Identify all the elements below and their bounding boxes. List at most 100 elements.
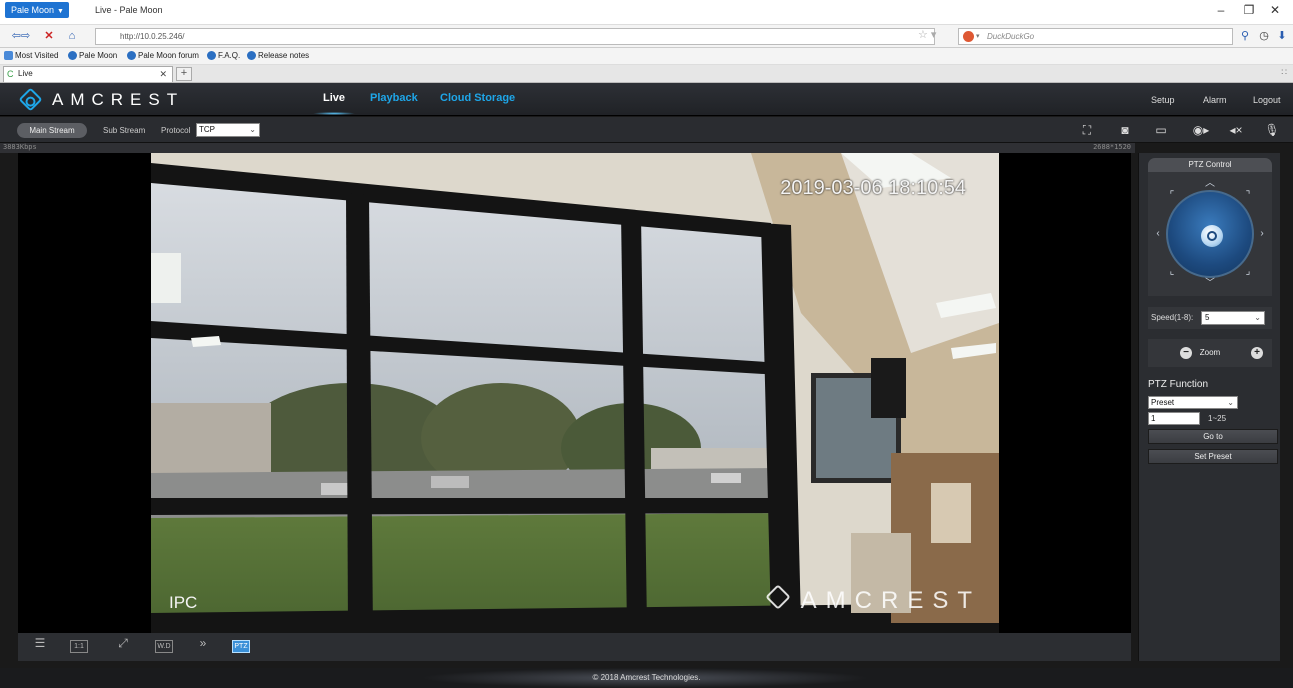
ptz-control-title: PTZ Control [1148, 158, 1272, 172]
folder-icon [4, 51, 13, 60]
bookmark-faq[interactable]: F.A.Q. [207, 51, 240, 60]
setup-link[interactable]: Setup [1151, 95, 1175, 105]
camera-scene [151, 153, 999, 633]
navigation-bar: ⇦⇨ ✕ ⌂ http://10.0.25.246/ ☆ ▾ ▾ DuckDuc… [0, 25, 1293, 48]
stream-info-strip: 3883Kbps 2688*1520 [0, 143, 1135, 153]
speed-select[interactable]: 5 ⌄ [1201, 311, 1265, 325]
chevron-down-icon: ⌄ [1227, 398, 1234, 407]
main-stream-button[interactable]: Main Stream [17, 123, 87, 138]
osd-timestamp: 2019-03-06 18:10:54 [780, 177, 966, 199]
osd-channel-name: IPC [169, 593, 198, 612]
image-icon[interactable]: ▭ [1153, 122, 1169, 138]
chevron-down-icon: ⌄ [1254, 313, 1261, 322]
record-icon[interactable]: ◉▸ [1189, 122, 1213, 138]
clock-icon[interactable]: ◷ [1255, 28, 1273, 44]
browser-titlebar: Pale Moon ▼ Live - Pale Moon – ❐ ✕ [0, 0, 1293, 25]
copyright-text: © 2018 Amcrest Technologies. [592, 673, 701, 682]
amcrest-logo-icon [18, 87, 43, 112]
video-frame[interactable]: 2019-03-06 18:10:54 IPC AMCREST [151, 153, 999, 633]
protocol-label: Protocol [161, 126, 191, 135]
download-icon[interactable]: ⬇ [1275, 28, 1289, 44]
bookmark-label: Pale Moon [79, 51, 118, 60]
protocol-select[interactable]: TCP ⌄ [196, 123, 260, 137]
chevron-down-icon: ▼ [57, 8, 64, 15]
original-size-icon[interactable]: 1:1 [70, 640, 88, 653]
forward-arrow-icon[interactable]: ⇨ [21, 30, 30, 42]
pan-down-icon[interactable]: ﹀ [1204, 278, 1216, 290]
close-window-icon[interactable]: ✕ [1266, 3, 1284, 17]
adjust-icon[interactable]: ☰ [31, 637, 49, 651]
duckduckgo-icon [963, 31, 974, 42]
fast-forward-icon[interactable]: » [194, 637, 212, 651]
bookmark-star-icon[interactable]: ☆ ▾ [918, 28, 936, 41]
alarm-link[interactable]: Alarm [1203, 95, 1227, 105]
joystick-center-icon[interactable] [1201, 225, 1223, 247]
audio-icon[interactable]: ◂× [1228, 122, 1244, 138]
snapshot-icon[interactable]: ◙ [1117, 122, 1133, 138]
ptz-icon[interactable]: PTZ [232, 640, 250, 653]
bookmark-most-visited[interactable]: Most Visited [4, 51, 58, 60]
zoom-in-icon[interactable]: + [1251, 347, 1263, 359]
ptz-function-select[interactable]: Preset ⌄ [1148, 396, 1238, 409]
pan-up-left-icon[interactable]: ⌜ [1166, 190, 1178, 202]
loading-icon: C [7, 69, 14, 79]
tab-live[interactable]: Live [312, 92, 356, 115]
speed-row: Speed(1-8): 5 ⌄ [1148, 307, 1272, 329]
set-preset-button[interactable]: Set Preset [1148, 449, 1278, 464]
search-placeholder: DuckDuckGo [987, 32, 1035, 41]
bookmarks-bar: Most Visited Pale Moon Pale Moon forum F… [0, 48, 1293, 65]
bookmark-label: Most Visited [15, 51, 59, 60]
goto-preset-button[interactable]: Go to [1148, 429, 1278, 444]
tab-bar: C Live ✕ + ∷ [0, 65, 1293, 83]
back-forward-button[interactable]: ⇦⇨ [6, 28, 36, 44]
joystick-ring[interactable] [1166, 190, 1254, 278]
tab-list-icon[interactable]: ∷ [1281, 67, 1287, 78]
logout-link[interactable]: Logout [1253, 95, 1281, 105]
preset-range-label: 1~25 [1208, 414, 1227, 423]
fullscreen-icon[interactable]: ⤢ [114, 637, 132, 651]
speed-value: 5 [1205, 313, 1210, 322]
preset-number-input[interactable]: 1 [1148, 412, 1200, 425]
sub-stream-button[interactable]: Sub Stream [103, 126, 145, 135]
search-input[interactable]: ▾ DuckDuckGo [958, 28, 1233, 45]
stop-icon[interactable]: ✕ [40, 28, 58, 44]
microphone-icon[interactable]: 🎙 [1264, 122, 1280, 138]
ptz-panel: PTZ Control ︿ ﹀ ‹ › ⌜ ⌝ ⌞ ⌟ Speed(1-8): … [1138, 153, 1280, 661]
pan-up-right-icon[interactable]: ⌝ [1242, 190, 1254, 202]
speed-label: Speed(1-8): [1151, 313, 1194, 322]
restore-icon[interactable]: ❐ [1240, 3, 1258, 17]
pan-left-icon[interactable]: ‹ [1152, 228, 1164, 240]
new-tab-button[interactable]: + [176, 67, 192, 81]
bitrate-readout: 3883Kbps [3, 143, 37, 151]
pan-down-left-icon[interactable]: ⌞ [1166, 266, 1178, 278]
pan-down-right-icon[interactable]: ⌟ [1242, 266, 1254, 278]
search-icon[interactable]: ⚲ [1239, 28, 1251, 44]
wide-dynamic-icon[interactable]: W.D [155, 640, 173, 653]
tab-cloud-storage[interactable]: Cloud Storage [440, 92, 515, 104]
zoom-row: − Zoom + [1148, 339, 1272, 367]
bookmark-label: F.A.Q. [218, 51, 241, 60]
bookmark-pale-moon-forum[interactable]: Pale Moon forum [127, 51, 199, 60]
tab-playback[interactable]: Playback [370, 92, 418, 104]
pan-right-icon[interactable]: › [1256, 228, 1268, 240]
browser-tab-live[interactable]: C Live ✕ [3, 66, 173, 82]
url-field[interactable]: http://10.0.25.246/ [95, 28, 935, 45]
footer: © 2018 Amcrest Technologies. [0, 668, 1293, 688]
video-area[interactable]: 2019-03-06 18:10:54 IPC AMCREST [18, 153, 1131, 633]
bookmark-release-notes[interactable]: Release notes [247, 51, 309, 60]
home-icon[interactable]: ⌂ [63, 28, 81, 44]
globe-icon [207, 51, 216, 60]
ptz-function-title: PTZ Function [1148, 379, 1209, 390]
window-title: Live - Pale Moon [95, 5, 163, 15]
minimize-icon[interactable]: – [1212, 3, 1230, 17]
amcrest-watermark-icon [764, 584, 791, 610]
pan-up-icon[interactable]: ︿ [1204, 178, 1216, 190]
bookmark-label: Release notes [258, 51, 310, 60]
close-tab-icon[interactable]: ✕ [159, 67, 167, 81]
ptz-joystick[interactable]: ︿ ﹀ ‹ › ⌜ ⌝ ⌞ ⌟ [1148, 172, 1272, 296]
fullscreen-icon[interactable]: ⛶ [1079, 122, 1095, 138]
bookmark-pale-moon[interactable]: Pale Moon [68, 51, 117, 60]
stream-bar: Main Stream Sub Stream Protocol TCP ⌄ ⛶ … [0, 117, 1293, 143]
back-arrow-icon[interactable]: ⇦ [12, 30, 21, 42]
app-menu-button[interactable]: Pale Moon ▼ [5, 2, 69, 18]
